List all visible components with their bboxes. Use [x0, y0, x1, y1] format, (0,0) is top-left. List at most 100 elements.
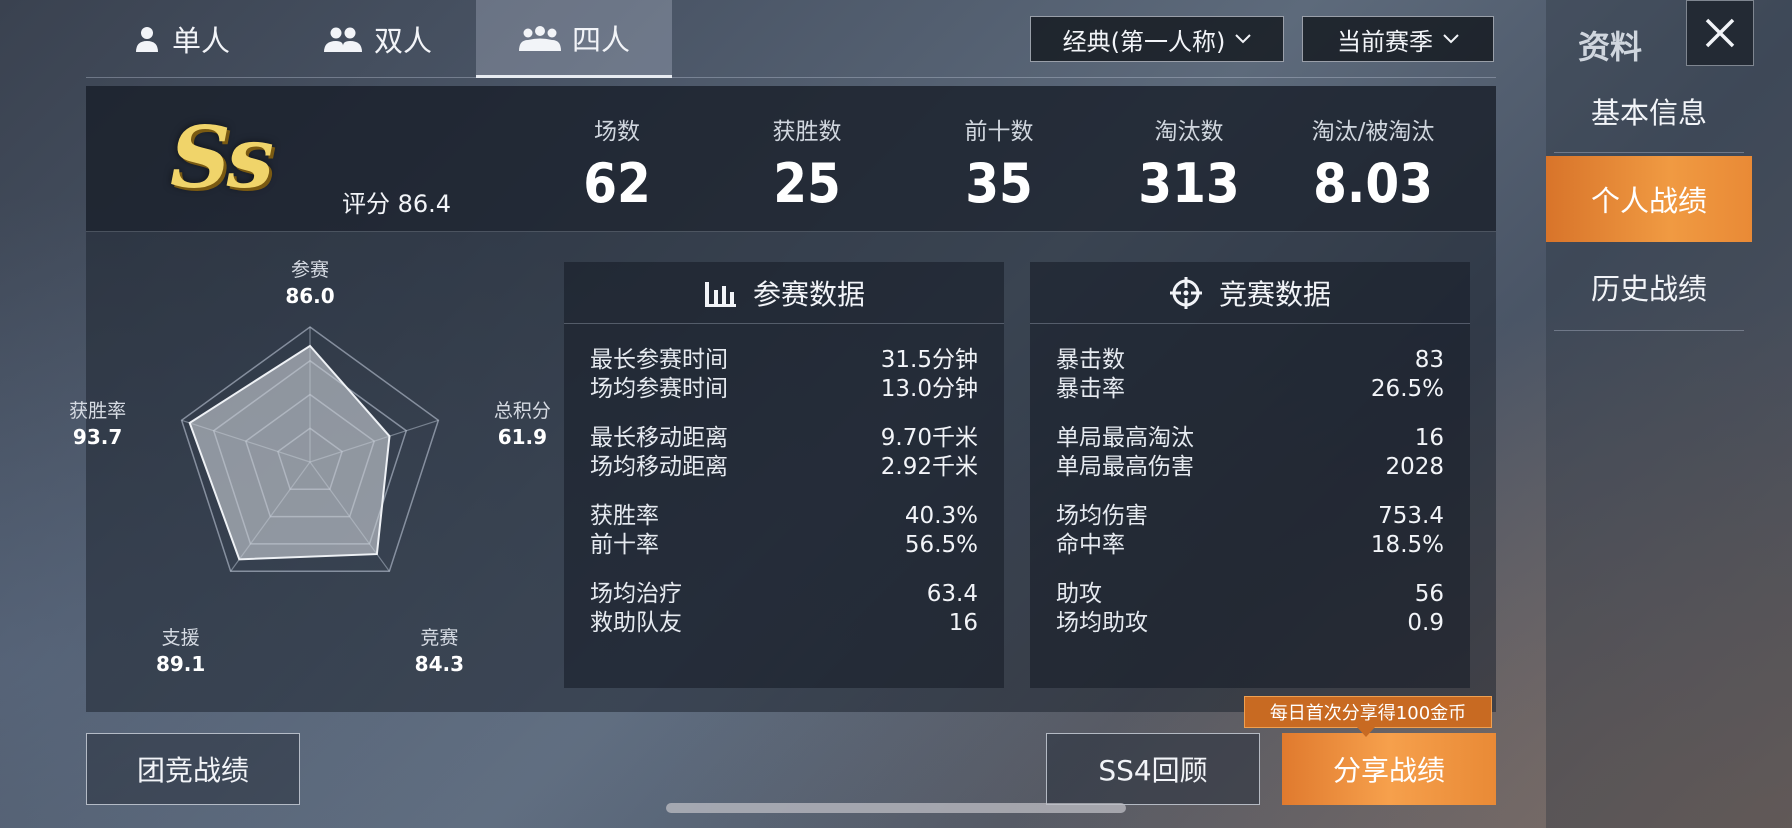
close-icon: [1705, 18, 1735, 48]
stat-row-value: 63.4: [926, 581, 978, 607]
stat-value: 8.03: [1313, 152, 1433, 215]
season-select[interactable]: 当前赛季: [1302, 16, 1494, 62]
mode-tab-bar: 单人 双人 四人: [86, 0, 1496, 78]
competition-card: 竞赛数据 暴击数 83 暴击率 26.5% 单局最高淘汰 16 单局最高伤害 2028 场均伤害…: [1030, 262, 1470, 688]
stat-row-value: 56.5%: [904, 532, 978, 558]
share-record-button[interactable]: 分享战绩: [1282, 733, 1496, 805]
mode-select-value: 经典(第一人称): [1062, 27, 1226, 56]
participation-title: 参赛数据: [752, 277, 865, 311]
stat-row-label: 最长参赛时间: [590, 347, 728, 373]
ss4-review-button[interactable]: SS4回顾: [1046, 733, 1260, 805]
stat-row-value: 13.0分钟: [880, 376, 978, 402]
stat-row: 场均治疗 63.4: [590, 580, 978, 609]
single-person-icon: [136, 27, 158, 52]
share-record-label: 分享战绩: [1332, 754, 1445, 787]
stat-row-label: 场均助攻: [1056, 610, 1148, 636]
stat-row: 救助队友 16: [590, 609, 978, 638]
competition-header: 竞赛数据: [1030, 262, 1470, 324]
season-select-value: 当前赛季: [1337, 27, 1433, 56]
stat-row-label: 暴击率: [1056, 376, 1125, 402]
stat-value: 35: [965, 152, 1033, 215]
stat-row-value: 753.4: [1378, 503, 1444, 529]
stat-group: 暴击数 83 暴击率 26.5%: [1056, 346, 1444, 404]
radar-axis-label: 竞赛 84.3: [389, 623, 489, 676]
sidebar-item-label: 历史战绩: [1590, 272, 1707, 306]
stat-label: 淘汰/被淘汰: [1311, 119, 1435, 145]
stat-row-value: 31.5分钟: [880, 347, 978, 373]
stat-row: 最长参赛时间 31.5分钟: [590, 346, 978, 375]
stat-row-label: 场均移动距离: [590, 454, 728, 480]
stat-row-label: 单局最高淘汰: [1056, 425, 1194, 451]
stat-value: 313: [1138, 152, 1240, 215]
stat-matches: 场数 62: [522, 112, 712, 215]
tab-duo-label: 双人: [374, 24, 433, 58]
tab-squad-label: 四人: [571, 22, 630, 57]
crosshair-icon: [1169, 276, 1202, 309]
stat-group: 场均伤害 753.4 命中率 18.5%: [1056, 502, 1444, 560]
stat-label: 前十数: [964, 119, 1034, 145]
team-record-label: 团竞战绩: [136, 754, 249, 787]
stat-row: 最长移动距离 9.70千米: [590, 424, 978, 453]
stat-group: 助攻 56 场均助攻 0.9: [1056, 580, 1444, 638]
stat-row: 获胜率 40.3%: [590, 502, 978, 531]
stat-row: 前十率 56.5%: [590, 531, 978, 560]
stat-row-value: 83: [1414, 347, 1444, 373]
stat-group: 最长参赛时间 31.5分钟 场均参赛时间 13.0分钟: [590, 346, 978, 404]
stat-row-value: 9.70千米: [880, 425, 978, 451]
stat-kd: 淘汰/被淘汰 8.03: [1278, 112, 1468, 215]
sidebar-item-personal-record[interactable]: 个人战绩: [1546, 156, 1752, 242]
competition-title: 竞赛数据: [1218, 277, 1331, 311]
stat-row-label: 场均治疗: [590, 581, 682, 607]
radar-axis-name: 参赛: [290, 259, 329, 281]
stat-row: 场均助攻 0.9: [1056, 609, 1444, 638]
stat-row: 暴击率 26.5%: [1056, 375, 1444, 404]
close-button[interactable]: [1686, 0, 1754, 66]
stat-row: 暴击数 83: [1056, 346, 1444, 375]
bar-chart-icon: [704, 281, 736, 307]
stat-row-value: 16: [1414, 425, 1444, 451]
duo-icon: [324, 27, 362, 52]
radar-axis-name: 支援: [161, 627, 200, 650]
radar-axis-value: 84.3: [414, 652, 465, 677]
rank-badge: Ss: [170, 108, 274, 207]
stat-row-label: 场均伤害: [1056, 503, 1148, 529]
stat-row-value: 2028: [1385, 454, 1444, 480]
tab-squad[interactable]: 四人: [476, 0, 672, 78]
stat-row-label: 暴击数: [1056, 347, 1125, 373]
squad-icon: [518, 25, 561, 51]
stat-wins: 获胜数 25: [712, 112, 902, 215]
stat-row-value: 40.3%: [904, 503, 978, 529]
stat-eliminations: 淘汰数 313: [1094, 112, 1284, 215]
stat-label: 获胜数: [772, 119, 842, 145]
radar-axis-value: 86.0: [285, 284, 335, 308]
radar-axis-name: 获胜率: [69, 400, 127, 423]
mode-select[interactable]: 经典(第一人称): [1030, 16, 1284, 62]
rating-score: 评分 86.4: [342, 190, 452, 218]
stat-group: 获胜率 40.3% 前十率 56.5%: [590, 502, 978, 560]
stat-row: 场均伤害 753.4: [1056, 502, 1444, 531]
sidebar-item-label: 基本信息: [1590, 96, 1707, 130]
panel-title: 资料: [1578, 28, 1643, 66]
radar-axis-value: 89.1: [155, 652, 206, 677]
participation-card: 参赛数据 最长参赛时间 31.5分钟 场均参赛时间 13.0分钟 最长移动距离 9.70千…: [564, 262, 1004, 688]
radar-axis-label: 参赛 86.0: [260, 255, 360, 308]
chevron-down-icon: [1443, 34, 1459, 44]
team-record-button[interactable]: 团竞战绩: [86, 733, 300, 805]
sidebar-item-history[interactable]: 历史战绩: [1546, 244, 1752, 330]
tab-duo[interactable]: 双人: [306, 0, 476, 78]
radar-axis-value: 61.9: [497, 425, 548, 450]
divider: [1554, 330, 1744, 331]
stat-top10: 前十数 35: [904, 112, 1094, 215]
stat-value: 25: [773, 152, 841, 215]
participation-header: 参赛数据: [564, 262, 1004, 324]
stat-row: 命中率 18.5%: [1056, 531, 1444, 560]
competition-list: 暴击数 83 暴击率 26.5% 单局最高淘汰 16 单局最高伤害 2028 场均伤害 753.4…: [1030, 324, 1470, 638]
home-indicator[interactable]: [666, 803, 1126, 813]
stat-group: 单局最高淘汰 16 单局最高伤害 2028: [1056, 424, 1444, 482]
tab-single[interactable]: 单人: [116, 0, 286, 78]
stat-row: 场均参赛时间 13.0分钟: [590, 375, 978, 404]
stat-row-value: 2.92千米: [880, 454, 978, 480]
stat-group: 最长移动距离 9.70千米 场均移动距离 2.92千米: [590, 424, 978, 482]
sidebar-item-basic-info[interactable]: 基本信息: [1546, 68, 1752, 154]
ss4-review-label: SS4回顾: [1098, 754, 1208, 787]
